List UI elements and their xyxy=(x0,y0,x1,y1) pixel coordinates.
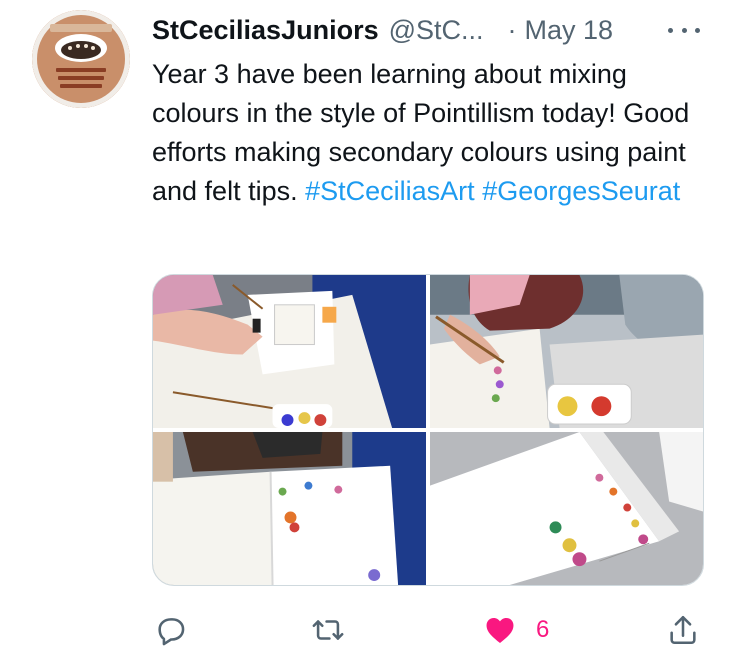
school-logo-icon xyxy=(32,10,130,108)
hashtag-georgesseurat[interactable]: #GeorgesSeurat xyxy=(482,176,680,206)
photo-2[interactable] xyxy=(430,275,703,428)
like-count: 6 xyxy=(536,616,550,643)
tweet-text: Year 3 have been learning about mixing c… xyxy=(152,55,712,211)
more-options-icon[interactable] xyxy=(668,18,700,42)
avatar[interactable] xyxy=(32,10,130,108)
reply-button[interactable] xyxy=(154,612,188,648)
photo-1[interactable] xyxy=(153,275,426,428)
hashtag-stceciliasart[interactable]: #StCeciliasArt xyxy=(305,176,475,206)
action-bar: 6 xyxy=(152,608,712,652)
photo-3[interactable] xyxy=(153,432,426,585)
media-grid xyxy=(152,274,704,586)
share-button[interactable] xyxy=(666,612,700,648)
photo-4[interactable] xyxy=(430,432,703,585)
header-separator: · xyxy=(507,15,517,45)
retweet-button[interactable] xyxy=(310,612,346,648)
like-button[interactable]: 6 xyxy=(482,612,549,648)
reply-icon xyxy=(158,618,185,646)
heart-icon xyxy=(486,617,514,644)
retweet-icon xyxy=(312,620,344,640)
display-name[interactable]: StCeciliasJuniors xyxy=(152,12,379,48)
user-handle[interactable]: @StC... xyxy=(389,12,484,48)
tweet[interactable]: StCeciliasJuniors @StC... · May 18 Year … xyxy=(0,0,738,660)
tweet-header: StCeciliasJuniors @StC... · May 18 xyxy=(152,12,708,48)
tweet-date[interactable]: May 18 xyxy=(525,12,614,48)
share-icon xyxy=(670,615,696,645)
